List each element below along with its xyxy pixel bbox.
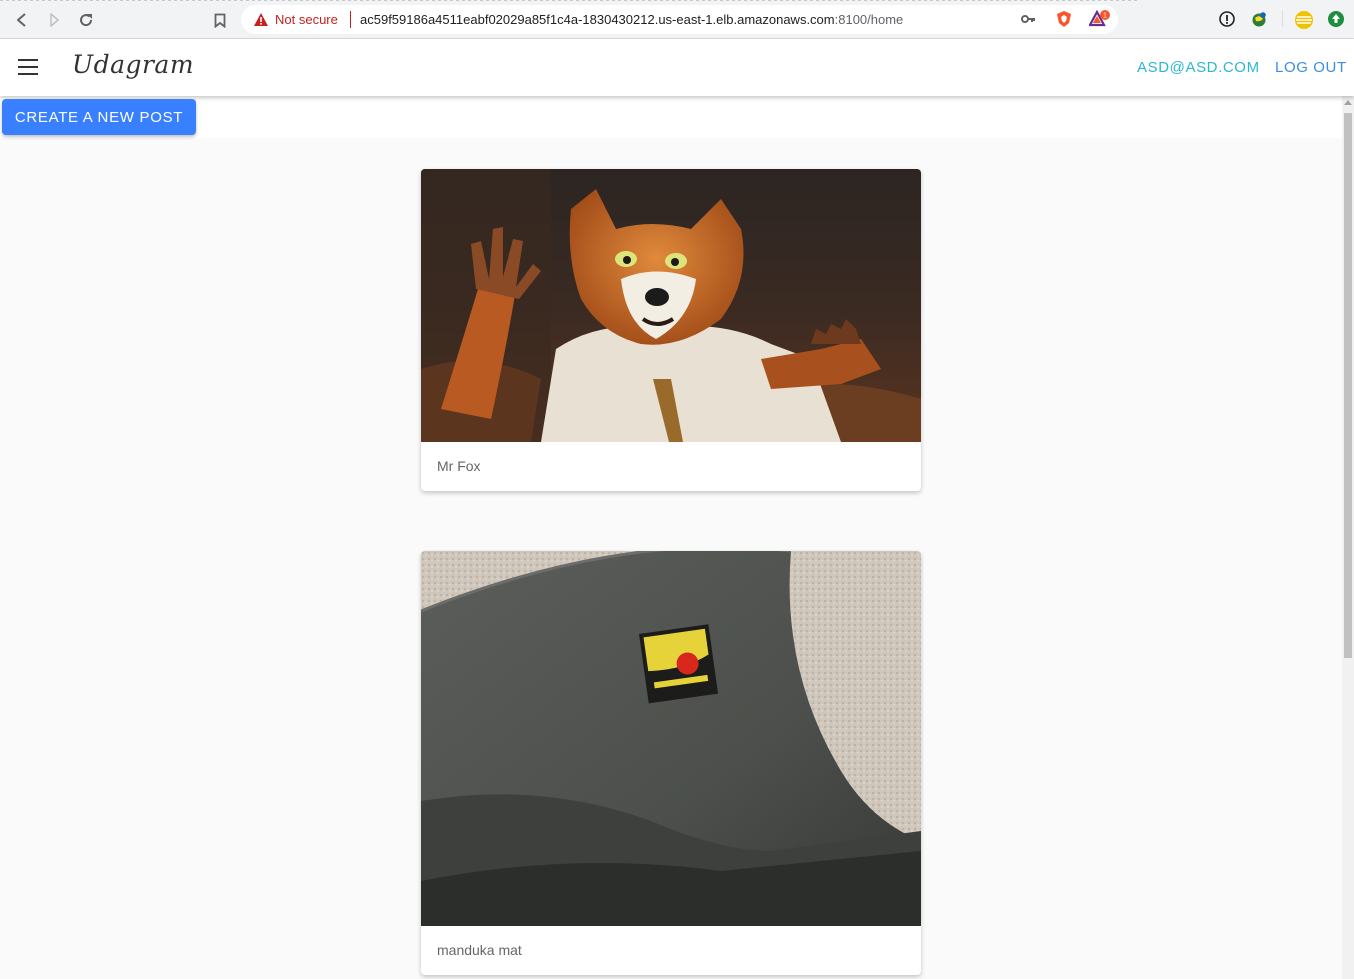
post-caption: manduka mat [437, 942, 522, 958]
url-host: ac59f59186a4511eabf02029a85f1c4a-1830430… [360, 12, 835, 27]
password-key-icon[interactable] [1020, 11, 1036, 30]
bookmark-icon[interactable] [208, 8, 232, 32]
url-text[interactable]: ac59f59186a4511eabf02029a85f1c4a-1830430… [360, 12, 903, 27]
forward-icon[interactable] [42, 8, 66, 32]
brave-rewards-icon[interactable]: 1 [1088, 9, 1110, 28]
omnibox-divider [350, 11, 351, 28]
brave-shield-icon[interactable] [1055, 10, 1073, 28]
tab-strip-edge [0, 0, 1140, 1]
warning-icon [253, 12, 269, 32]
app-toolbar: Udagram ASD@ASD.COM LOG OUT [0, 39, 1354, 96]
user-email-link[interactable]: ASD@ASD.COM [1137, 59, 1260, 76]
hamburger-menu-icon[interactable] [18, 59, 38, 75]
reload-icon[interactable] [74, 8, 98, 32]
app-title: Udagram [72, 50, 195, 79]
toolbar-divider [1282, 11, 1283, 27]
scroll-up-arrow[interactable] [1344, 100, 1352, 105]
create-post-button[interactable]: CREATE A NEW POST [2, 99, 196, 135]
browser-toolbar: Not secure ac59f59186a4511eabf02029a85f1… [0, 0, 1354, 39]
post-image [421, 551, 921, 926]
globe-extension-icon[interactable] [1250, 10, 1268, 28]
security-label[interactable]: Not secure [275, 12, 338, 27]
action-bar [0, 96, 1342, 138]
page-scrollbar[interactable] [1342, 96, 1354, 979]
coin-extension-icon[interactable] [1294, 10, 1313, 29]
post-image [421, 169, 921, 442]
url-path: :8100/home [834, 12, 904, 27]
info-icon[interactable] [1218, 10, 1236, 28]
post-caption: Mr Fox [437, 458, 481, 474]
logout-button[interactable]: LOG OUT [1275, 59, 1347, 76]
upload-extension-icon[interactable] [1327, 10, 1345, 28]
feed-card: Mr Fox [421, 169, 921, 491]
notification-badge: 1 [1103, 13, 1107, 20]
scrollbar-thumb[interactable] [1344, 113, 1352, 658]
back-icon[interactable] [10, 8, 34, 32]
address-bar[interactable]: Not secure ac59f59186a4511eabf02029a85f1… [241, 5, 1118, 34]
feed-card: manduka mat [421, 551, 921, 975]
